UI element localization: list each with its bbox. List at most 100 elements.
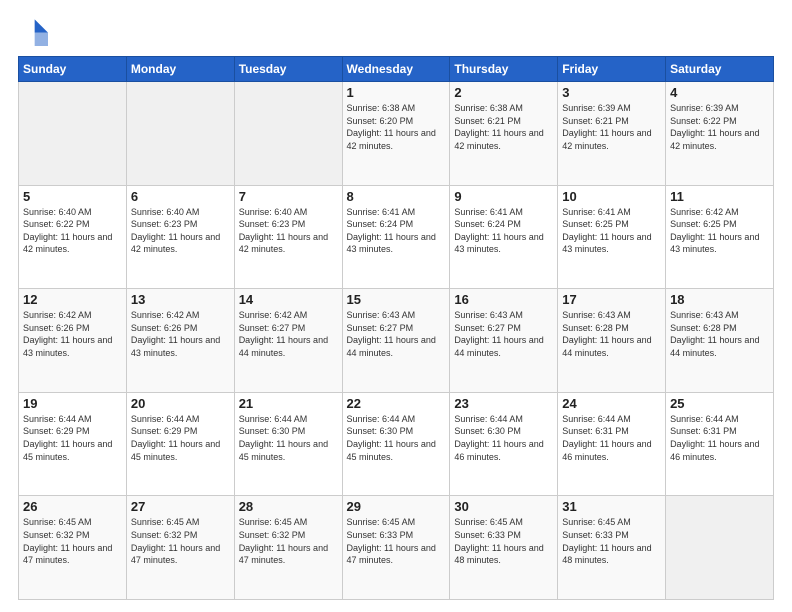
- day-info: Sunrise: 6:43 AM Sunset: 6:27 PM Dayligh…: [347, 309, 446, 359]
- day-info: Sunrise: 6:40 AM Sunset: 6:22 PM Dayligh…: [23, 206, 122, 256]
- calendar-cell: 10 Sunrise: 6:41 AM Sunset: 6:25 PM Dayli…: [558, 185, 666, 289]
- calendar-cell: 2 Sunrise: 6:38 AM Sunset: 6:21 PM Daylig…: [450, 82, 558, 186]
- calendar-week-4: 19Sunrise: 6:44 AM Sunset: 6:29 PM Dayli…: [19, 392, 774, 496]
- day-info: Sunrise: 6:41 AM Sunset: 6:24 PM Dayligh…: [347, 206, 446, 256]
- day-info: Sunrise: 6:45 AM Sunset: 6:33 PM Dayligh…: [562, 516, 661, 566]
- day-info: Sunrise: 6:44 AM Sunset: 6:31 PM Dayligh…: [670, 413, 769, 463]
- calendar-cell: 3 Sunrise: 6:39 AM Sunset: 6:21 PM Daylig…: [558, 82, 666, 186]
- calendar-page: SundayMondayTuesdayWednesdayThursdayFrid…: [0, 0, 792, 612]
- day-info: Sunrise: 6:44 AM Sunset: 6:31 PM Dayligh…: [562, 413, 661, 463]
- calendar-cell: 1Sunrise: 6:38 AM Sunset: 6:20 PM Daylig…: [342, 82, 450, 186]
- day-number: 15: [347, 292, 446, 307]
- calendar-cell: 8 Sunrise: 6:41 AM Sunset: 6:24 PM Daylig…: [342, 185, 450, 289]
- day-info: Sunrise: 6:40 AM Sunset: 6:23 PM Dayligh…: [239, 206, 338, 256]
- day-info: Sunrise: 6:43 AM Sunset: 6:28 PM Dayligh…: [562, 309, 661, 359]
- day-header-monday: Monday: [126, 57, 234, 82]
- calendar-cell: 13 Sunrise: 6:42 AM Sunset: 6:26 PM Dayli…: [126, 289, 234, 393]
- calendar-cell: [19, 82, 127, 186]
- day-info: Sunrise: 6:42 AM Sunset: 6:25 PM Dayligh…: [670, 206, 769, 256]
- calendar-cell: 24 Sunrise: 6:44 AM Sunset: 6:31 PM Dayli…: [558, 392, 666, 496]
- day-info: Sunrise: 6:44 AM Sunset: 6:30 PM Dayligh…: [239, 413, 338, 463]
- day-number: 10: [562, 189, 661, 204]
- day-number: 25: [670, 396, 769, 411]
- day-number: 31: [562, 499, 661, 514]
- day-number: 14: [239, 292, 338, 307]
- calendar-cell: 11 Sunrise: 6:42 AM Sunset: 6:25 PM Dayli…: [666, 185, 774, 289]
- day-number: 5: [23, 189, 122, 204]
- day-number: 21: [239, 396, 338, 411]
- day-number: 9: [454, 189, 553, 204]
- day-info: Sunrise: 6:39 AM Sunset: 6:22 PM Dayligh…: [670, 102, 769, 152]
- calendar-week-5: 26Sunrise: 6:45 AM Sunset: 6:32 PM Dayli…: [19, 496, 774, 600]
- day-header-friday: Friday: [558, 57, 666, 82]
- calendar-table: SundayMondayTuesdayWednesdayThursdayFrid…: [18, 56, 774, 600]
- day-info: Sunrise: 6:44 AM Sunset: 6:29 PM Dayligh…: [131, 413, 230, 463]
- calendar-cell: 19Sunrise: 6:44 AM Sunset: 6:29 PM Dayli…: [19, 392, 127, 496]
- day-number: 13: [131, 292, 230, 307]
- calendar-week-2: 5 Sunrise: 6:40 AM Sunset: 6:22 PM Daylig…: [19, 185, 774, 289]
- day-header-thursday: Thursday: [450, 57, 558, 82]
- calendar-week-1: 1Sunrise: 6:38 AM Sunset: 6:20 PM Daylig…: [19, 82, 774, 186]
- calendar-body: 1Sunrise: 6:38 AM Sunset: 6:20 PM Daylig…: [19, 82, 774, 600]
- day-info: Sunrise: 6:45 AM Sunset: 6:32 PM Dayligh…: [131, 516, 230, 566]
- calendar-cell: 27Sunrise: 6:45 AM Sunset: 6:32 PM Dayli…: [126, 496, 234, 600]
- logo: [18, 16, 52, 46]
- day-number: 1: [347, 85, 446, 100]
- day-number: 18: [670, 292, 769, 307]
- calendar-cell: 28 Sunrise: 6:45 AM Sunset: 6:32 PM Dayli…: [234, 496, 342, 600]
- calendar-cell: 25 Sunrise: 6:44 AM Sunset: 6:31 PM Dayli…: [666, 392, 774, 496]
- day-info: Sunrise: 6:42 AM Sunset: 6:27 PM Dayligh…: [239, 309, 338, 359]
- logo-icon: [18, 16, 48, 46]
- day-info: Sunrise: 6:44 AM Sunset: 6:30 PM Dayligh…: [347, 413, 446, 463]
- day-number: 20: [131, 396, 230, 411]
- calendar-cell: 14 Sunrise: 6:42 AM Sunset: 6:27 PM Dayli…: [234, 289, 342, 393]
- calendar-week-3: 12Sunrise: 6:42 AM Sunset: 6:26 PM Dayli…: [19, 289, 774, 393]
- day-info: Sunrise: 6:44 AM Sunset: 6:30 PM Dayligh…: [454, 413, 553, 463]
- calendar-cell: 15 Sunrise: 6:43 AM Sunset: 6:27 PM Dayli…: [342, 289, 450, 393]
- day-info: Sunrise: 6:38 AM Sunset: 6:21 PM Dayligh…: [454, 102, 553, 152]
- calendar-cell: 12Sunrise: 6:42 AM Sunset: 6:26 PM Dayli…: [19, 289, 127, 393]
- calendar-cell: 21 Sunrise: 6:44 AM Sunset: 6:30 PM Dayli…: [234, 392, 342, 496]
- calendar-cell: 30Sunrise: 6:45 AM Sunset: 6:33 PM Dayli…: [450, 496, 558, 600]
- calendar-cell: [126, 82, 234, 186]
- calendar-cell: 26Sunrise: 6:45 AM Sunset: 6:32 PM Dayli…: [19, 496, 127, 600]
- day-info: Sunrise: 6:44 AM Sunset: 6:29 PM Dayligh…: [23, 413, 122, 463]
- calendar-cell: 20 Sunrise: 6:44 AM Sunset: 6:29 PM Dayli…: [126, 392, 234, 496]
- calendar-cell: 29Sunrise: 6:45 AM Sunset: 6:33 PM Dayli…: [342, 496, 450, 600]
- calendar-header-row: SundayMondayTuesdayWednesdayThursdayFrid…: [19, 57, 774, 82]
- calendar-cell: 18 Sunrise: 6:43 AM Sunset: 6:28 PM Dayli…: [666, 289, 774, 393]
- day-number: 23: [454, 396, 553, 411]
- day-number: 17: [562, 292, 661, 307]
- day-info: Sunrise: 6:45 AM Sunset: 6:33 PM Dayligh…: [454, 516, 553, 566]
- calendar-cell: 16 Sunrise: 6:43 AM Sunset: 6:27 PM Dayli…: [450, 289, 558, 393]
- calendar-cell: 31 Sunrise: 6:45 AM Sunset: 6:33 PM Dayli…: [558, 496, 666, 600]
- day-info: Sunrise: 6:39 AM Sunset: 6:21 PM Dayligh…: [562, 102, 661, 152]
- day-number: 11: [670, 189, 769, 204]
- calendar-cell: [234, 82, 342, 186]
- day-number: 24: [562, 396, 661, 411]
- day-number: 4: [670, 85, 769, 100]
- day-info: Sunrise: 6:40 AM Sunset: 6:23 PM Dayligh…: [131, 206, 230, 256]
- calendar-cell: 9 Sunrise: 6:41 AM Sunset: 6:24 PM Daylig…: [450, 185, 558, 289]
- calendar-cell: 7Sunrise: 6:40 AM Sunset: 6:23 PM Daylig…: [234, 185, 342, 289]
- day-info: Sunrise: 6:43 AM Sunset: 6:27 PM Dayligh…: [454, 309, 553, 359]
- day-info: Sunrise: 6:41 AM Sunset: 6:24 PM Dayligh…: [454, 206, 553, 256]
- calendar-cell: 6 Sunrise: 6:40 AM Sunset: 6:23 PM Daylig…: [126, 185, 234, 289]
- day-number: 3: [562, 85, 661, 100]
- calendar-cell: 23 Sunrise: 6:44 AM Sunset: 6:30 PM Dayli…: [450, 392, 558, 496]
- day-number: 8: [347, 189, 446, 204]
- day-number: 16: [454, 292, 553, 307]
- header: [18, 16, 774, 46]
- day-info: Sunrise: 6:41 AM Sunset: 6:25 PM Dayligh…: [562, 206, 661, 256]
- day-info: Sunrise: 6:45 AM Sunset: 6:32 PM Dayligh…: [23, 516, 122, 566]
- day-header-sunday: Sunday: [19, 57, 127, 82]
- day-number: 6: [131, 189, 230, 204]
- calendar-cell: 5 Sunrise: 6:40 AM Sunset: 6:22 PM Daylig…: [19, 185, 127, 289]
- day-info: Sunrise: 6:45 AM Sunset: 6:32 PM Dayligh…: [239, 516, 338, 566]
- day-number: 2: [454, 85, 553, 100]
- calendar-cell: 4 Sunrise: 6:39 AM Sunset: 6:22 PM Daylig…: [666, 82, 774, 186]
- day-header-saturday: Saturday: [666, 57, 774, 82]
- day-info: Sunrise: 6:43 AM Sunset: 6:28 PM Dayligh…: [670, 309, 769, 359]
- day-number: 28: [239, 499, 338, 514]
- day-info: Sunrise: 6:42 AM Sunset: 6:26 PM Dayligh…: [131, 309, 230, 359]
